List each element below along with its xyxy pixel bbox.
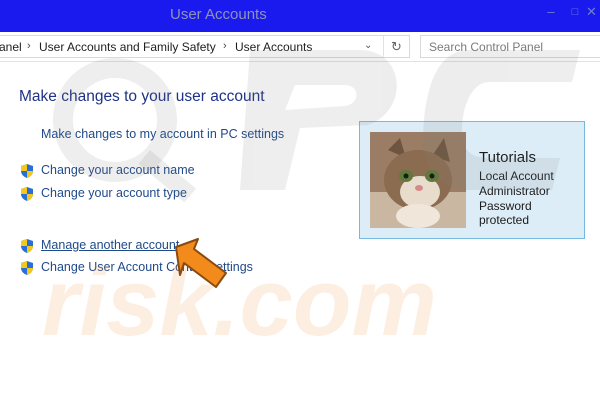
breadcrumb-separator[interactable]: › bbox=[223, 40, 227, 52]
account-role: Administrator bbox=[479, 184, 550, 198]
uac-shield-icon bbox=[21, 239, 33, 253]
account-password-status: Password protected bbox=[479, 199, 532, 227]
maximize-button[interactable]: □ bbox=[562, 0, 588, 26]
kitten-photo-icon bbox=[370, 132, 466, 228]
minimize-button[interactable]: – bbox=[538, 0, 564, 26]
title-bar: User Accounts – □ ✕ bbox=[0, 0, 600, 32]
pc-settings-link[interactable]: Make changes to my account in PC setting… bbox=[41, 127, 284, 141]
page-title: Make changes to your user account bbox=[19, 88, 265, 105]
uac-shield-icon bbox=[21, 187, 33, 201]
change-account-name-link[interactable]: Change your account name bbox=[41, 163, 195, 177]
account-card: Tutorials Local Account Administrator Pa… bbox=[359, 121, 585, 239]
account-name: Tutorials bbox=[479, 149, 536, 166]
breadcrumb-separator[interactable]: › bbox=[27, 40, 31, 52]
search-input[interactable]: Search Control Panel bbox=[420, 35, 600, 58]
address-bar[interactable]: anel › User Accounts and Family Safety ›… bbox=[0, 35, 410, 58]
manage-another-account-link[interactable]: Manage another account bbox=[41, 238, 179, 252]
account-type: Local Account bbox=[479, 169, 554, 183]
navigation-bar: anel › User Accounts and Family Safety ›… bbox=[0, 32, 600, 62]
refresh-icon[interactable]: ↻ bbox=[383, 36, 409, 57]
window-title: User Accounts bbox=[170, 6, 267, 23]
change-account-type-link[interactable]: Change your account type bbox=[41, 186, 187, 200]
chevron-down-icon[interactable]: ⌄ bbox=[364, 40, 372, 51]
pointer-arrow-icon bbox=[175, 238, 227, 288]
breadcrumb-control-panel[interactable]: anel bbox=[0, 40, 22, 54]
breadcrumb-user-accounts[interactable]: User Accounts bbox=[235, 40, 312, 54]
account-avatar[interactable] bbox=[370, 132, 466, 228]
uac-shield-icon bbox=[21, 261, 33, 275]
breadcrumb-user-accounts-family-safety[interactable]: User Accounts and Family Safety bbox=[39, 40, 216, 54]
close-button[interactable]: ✕ bbox=[586, 0, 600, 26]
uac-shield-icon bbox=[21, 164, 33, 178]
